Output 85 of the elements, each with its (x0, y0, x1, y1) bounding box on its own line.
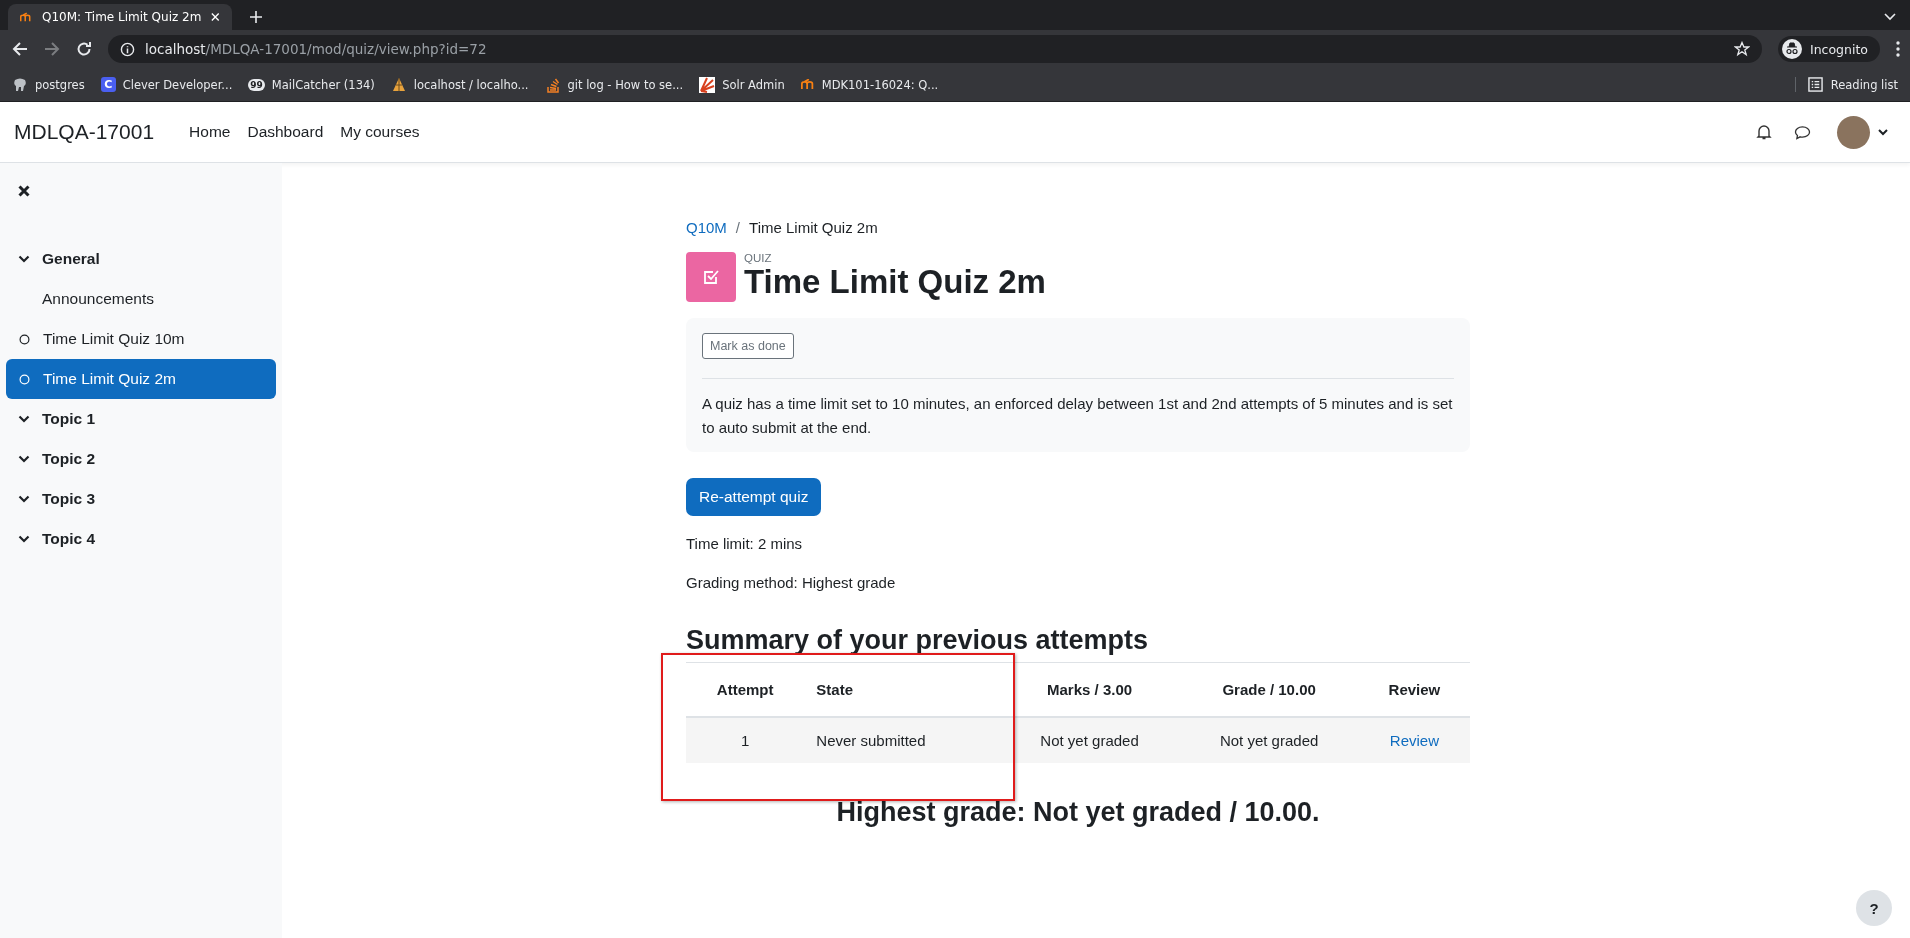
table-cell: Not yet graded (1040, 732, 1139, 749)
highest-grade-text: Highest grade: Not yet graded / 10.00. (835, 797, 1321, 828)
completion-circle-icon (19, 373, 30, 385)
bookmark-label: postgres (35, 77, 85, 92)
reload-icon[interactable] (76, 41, 92, 57)
speech-bubble-icon[interactable] (1794, 124, 1811, 140)
bookmark-label: localhost / localho... (413, 77, 529, 92)
section-heading: Summary of your previous attempts (686, 625, 1150, 656)
incognito-profile-button[interactable]: Incognito (1778, 36, 1880, 62)
bookmark-label: Solr Admin (722, 77, 785, 92)
table-cell: 1 (741, 732, 750, 749)
course-index-item[interactable]: Topic 3 (6, 479, 276, 519)
avatar-circle[interactable] (1837, 115, 1870, 149)
nav-link[interactable]: My courses (340, 123, 420, 141)
quiz-info-text: Time limit: 2 mins (686, 534, 804, 554)
chevron-icon[interactable] (18, 255, 30, 263)
column-header: Review (1388, 681, 1441, 698)
new-tab-icon[interactable] (250, 11, 262, 23)
bookmark-label: MDK101-16024: Q... (821, 77, 939, 92)
column-header: Attempt (716, 681, 774, 698)
course-index-item[interactable]: Time Limit Quiz 10m (6, 319, 276, 359)
course-index-item[interactable]: Topic 4 (6, 519, 276, 559)
nav-link[interactable]: Home (189, 123, 231, 141)
info-icon (120, 41, 135, 57)
more-vertical-icon[interactable] (1896, 41, 1900, 57)
star-icon[interactable] (1734, 41, 1750, 57)
bookmark-label: Clever Developer... (122, 77, 233, 92)
mark-as-done-button[interactable]: Mark as done (702, 333, 794, 359)
bookmark-link[interactable]: 99 MailCatcher (134) (248, 77, 375, 92)
breadcrumb-link[interactable]: Q10M (686, 219, 727, 236)
bookmark-link[interactable]: C Clever Developer... (100, 77, 233, 92)
column-header: Marks / 3.00 (1047, 681, 1133, 698)
close-icon[interactable] (18, 185, 30, 197)
bell-icon[interactable] (1756, 124, 1772, 140)
incognito-icon (1782, 39, 1802, 59)
breadcrumb-separator: / (735, 219, 741, 236)
course-index-item[interactable]: Announcements (6, 279, 276, 319)
bookmark-link[interactable]: MDK101-16024: Q... (800, 77, 939, 92)
review-link[interactable]: Review (1389, 732, 1440, 749)
help-button[interactable]: ? (1856, 890, 1892, 926)
course-index-item[interactable]: Time Limit Quiz 2m (6, 359, 276, 399)
sail-icon (390, 76, 407, 93)
bookmark-link[interactable]: Solr Admin (699, 76, 785, 93)
sunburst-icon (699, 76, 716, 93)
address-bar[interactable]: localhost/MDLQA-17001/mod/quiz/view.php?id=72 (108, 35, 1762, 63)
speech-bubble-icon: 99 (248, 78, 265, 91)
moodle-logo-icon (800, 79, 815, 90)
course-index-item[interactable]: General (6, 239, 276, 279)
nav-link[interactable]: Dashboard (247, 123, 324, 141)
moodle-logo-icon (20, 11, 32, 23)
column-header: Grade / 10.00 (1222, 681, 1316, 698)
list-icon (1807, 77, 1823, 92)
module-type-label: QUIZ (744, 252, 773, 264)
chevron-icon[interactable] (18, 455, 30, 463)
bookmark-link[interactable]: localhost / localho... (390, 76, 529, 93)
page-title: Time Limit Quiz 2m (744, 264, 1046, 301)
chevron-icon[interactable] (18, 535, 30, 543)
elephant-icon (12, 76, 28, 93)
quiz-info-text: Grading method: Highest grade (686, 573, 897, 593)
forward-arrow-icon[interactable] (44, 41, 60, 57)
letter-icon: C (100, 77, 116, 92)
quiz-icon (686, 252, 736, 302)
back-arrow-icon[interactable] (12, 41, 28, 57)
column-header: State (816, 681, 854, 698)
bookmark-link[interactable]: postgres (12, 76, 85, 93)
course-index-item[interactable]: Topic 1 (6, 399, 276, 439)
reading-list-button[interactable]: Reading list (1794, 77, 1898, 92)
stack-icon (544, 76, 561, 93)
site-name[interactable]: MDLQA-17001 (14, 120, 155, 144)
chevron-icon[interactable] (18, 415, 30, 423)
course-index-item[interactable]: Topic 2 (6, 439, 276, 479)
table-cell: Never submitted (816, 732, 926, 749)
bookmark-label: git log - How to se... (567, 77, 684, 92)
chevron-down-icon[interactable] (1878, 128, 1888, 136)
bookmark-label: MailCatcher (134) (271, 77, 375, 92)
activity-description: A quiz has a time limit set to 10 minutes, an enforced delay between 1st and 2nd attempts of 5 minutes and is set to auto submit at the end. (702, 394, 1454, 438)
bookmark-link[interactable]: git log - How to se... (544, 76, 684, 93)
table-cell: Not yet graded (1219, 732, 1319, 749)
tab-title: Q10M: Time Limit Quiz 2m (41, 10, 202, 24)
chevron-icon[interactable] (18, 495, 30, 503)
breadcrumb-current: Time Limit Quiz 2m (749, 219, 878, 236)
re-attempt-button[interactable]: Re-attempt quiz (686, 478, 822, 516)
completion-circle-icon (19, 333, 30, 345)
url-text: localhost/MDLQA-17001/mod/quiz/view.php?id=72 (145, 41, 487, 57)
browser-tab[interactable]: Q10M: Time Limit Quiz 2m (8, 4, 232, 30)
